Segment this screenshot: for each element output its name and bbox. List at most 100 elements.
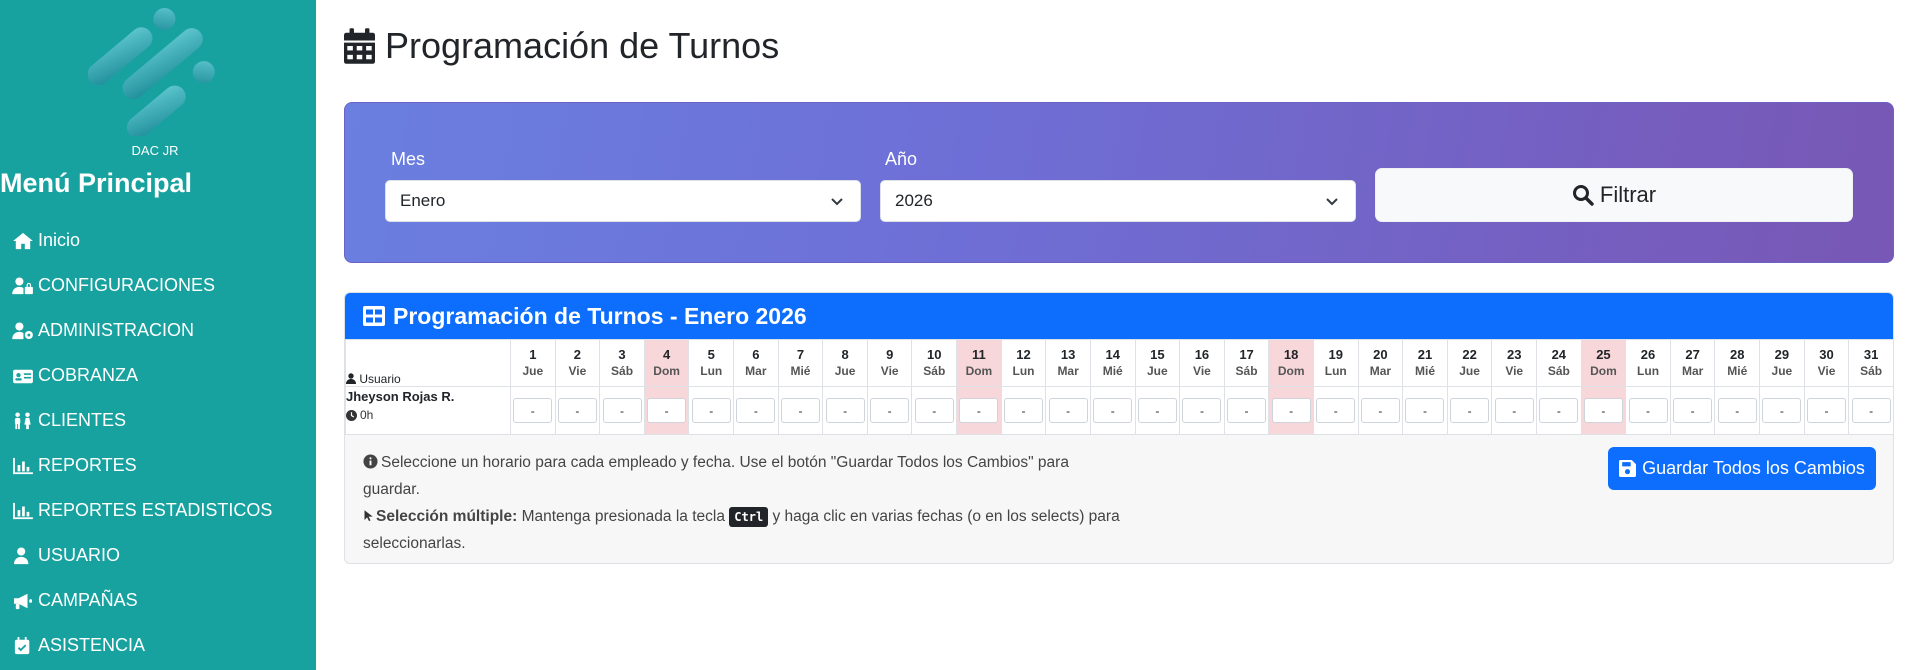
day-number: 4: [663, 347, 671, 362]
filter-button-label: Filtrar: [1599, 182, 1657, 207]
people-icon: [14, 411, 31, 429]
table-row: Jheyson Rojas R. 0h --------------------…: [345, 386, 1893, 435]
shift-select[interactable]: -: [647, 398, 687, 423]
user-lock-icon: [12, 276, 33, 294]
shift-select[interactable]: -: [1048, 398, 1088, 423]
shift-select[interactable]: -: [959, 398, 999, 423]
sidebar-item-label: USUARIO: [38, 545, 121, 565]
month-select[interactable]: Enero: [385, 180, 861, 222]
day-of-week: Jue: [1771, 364, 1793, 378]
shift-select[interactable]: -: [1628, 398, 1668, 423]
day-of-week: Mié: [1102, 364, 1123, 378]
day-number: 8: [841, 347, 849, 362]
user-column-header: Usuario: [345, 339, 511, 387]
day-number: 23: [1506, 347, 1522, 362]
chart-icon: [13, 457, 33, 474]
save-all-button[interactable]: Guardar Todos los Cambios: [1608, 447, 1876, 490]
shift-select[interactable]: -: [870, 398, 910, 423]
shift-select[interactable]: -: [1673, 398, 1713, 423]
day-number: 31: [1863, 347, 1879, 362]
sidebar-item-reportes[interactable]: REPORTES: [12, 443, 272, 488]
shift-cell: -: [510, 386, 556, 435]
shift-select[interactable]: -: [1360, 398, 1400, 423]
sidebar-item-label: Inicio: [38, 230, 81, 250]
clock-icon: [346, 409, 357, 421]
shift-select[interactable]: -: [1405, 398, 1445, 423]
shift-select[interactable]: -: [736, 398, 776, 423]
filter-card: Mes Enero Año 2026 Filtrar: [344, 102, 1894, 263]
day-of-week: Mar: [745, 364, 767, 378]
home-icon: [13, 232, 33, 249]
sidebar-item-asistencia[interactable]: ASISTENCIA: [12, 623, 272, 668]
shift-select[interactable]: -: [513, 398, 553, 423]
sidebar-item-administracion[interactable]: ADMINISTRACION: [12, 308, 272, 353]
day-of-week: Vie: [1505, 364, 1524, 378]
day-of-week: Jue: [834, 364, 856, 378]
shift-select[interactable]: -: [780, 398, 820, 423]
shift-select[interactable]: -: [914, 398, 954, 423]
user-icon: [14, 546, 29, 564]
shift-select[interactable]: -: [1227, 398, 1267, 423]
day-header: 22 Jue: [1446, 339, 1493, 387]
sidebar-item-inicio[interactable]: Inicio: [12, 218, 272, 263]
shift-select[interactable]: -: [691, 398, 731, 423]
sidebar-item-reportes-estadisticos[interactable]: REPORTES ESTADISTICOS: [12, 488, 272, 533]
sidebar-item-usuario[interactable]: USUARIO: [12, 533, 272, 578]
shift-select[interactable]: -: [1093, 398, 1133, 423]
shift-select[interactable]: -: [1137, 398, 1177, 423]
shift-select[interactable]: -: [1539, 398, 1579, 423]
day-header: 15 Jue: [1134, 339, 1181, 387]
sidebar-item-configuraciones[interactable]: CONFIGURACIONES: [12, 263, 272, 308]
shift-select[interactable]: -: [1583, 398, 1623, 423]
day-header: 4 Dom: [643, 339, 690, 387]
sidebar-item-cobranza[interactable]: COBRANZA: [12, 353, 272, 398]
calendar-check-icon: [14, 636, 30, 654]
shift-select[interactable]: -: [1182, 398, 1222, 423]
sidebar-item-campanas[interactable]: CAMPAÑAS: [12, 578, 272, 623]
shift-cell: -: [1223, 386, 1270, 435]
day-of-week: Mar: [1057, 364, 1079, 378]
day-number: 19: [1328, 347, 1343, 362]
day-number: 20: [1373, 347, 1388, 362]
shift-cell: -: [1134, 386, 1181, 435]
schedule-table: Usuario 1 Jue 2 Vie 3 Sáb 4 Dom 5 Lun 6 Mar 7 Mié 8 Jue…: [345, 339, 1893, 435]
shift-select[interactable]: -: [1494, 398, 1534, 423]
shift-select[interactable]: -: [602, 398, 642, 423]
day-header: 11 Dom: [956, 339, 1002, 387]
day-of-week: Vie: [568, 364, 587, 378]
day-header: 2 Vie: [554, 339, 601, 387]
sidebar-item-label: CLIENTES: [38, 410, 127, 430]
shift-cell: -: [599, 386, 645, 435]
day-of-week: Lun: [700, 364, 723, 378]
day-number: 12: [1016, 347, 1031, 362]
shift-select[interactable]: -: [825, 398, 865, 423]
day-number: 10: [927, 347, 942, 362]
day-number: 28: [1730, 347, 1745, 362]
shift-cell: -: [643, 386, 690, 435]
day-of-week: Vie: [1817, 364, 1836, 378]
shift-select[interactable]: -: [1851, 398, 1891, 423]
month-label: Mes: [391, 149, 426, 169]
shift-cell: -: [822, 386, 868, 435]
sidebar-item-clientes[interactable]: CLIENTES: [12, 398, 272, 443]
day-header: 19 Lun: [1312, 339, 1359, 387]
year-select[interactable]: 2026: [880, 180, 1356, 222]
day-number: 22: [1462, 347, 1477, 362]
day-of-week: Mié: [1727, 364, 1748, 378]
shift-select[interactable]: -: [1271, 398, 1311, 423]
day-header: 16 Vie: [1179, 339, 1225, 387]
shift-cell: -: [1848, 386, 1893, 435]
shift-select[interactable]: -: [1717, 398, 1757, 423]
shift-select[interactable]: -: [1316, 398, 1356, 423]
shift-select[interactable]: -: [1762, 398, 1802, 423]
multi-select-text-1: Mantenga presionada la tecla: [521, 508, 725, 525]
day-header: 1 Jue: [510, 339, 556, 387]
sidebar-item-label: CAMPAÑAS: [38, 590, 138, 610]
shift-select[interactable]: -: [1004, 398, 1043, 423]
filter-button[interactable]: Filtrar: [1375, 168, 1853, 222]
shift-select[interactable]: -: [557, 398, 597, 423]
shift-select[interactable]: -: [1806, 398, 1846, 423]
shift-cell: -: [1759, 386, 1805, 435]
user-icon: [346, 373, 356, 384]
shift-select[interactable]: -: [1450, 398, 1490, 423]
